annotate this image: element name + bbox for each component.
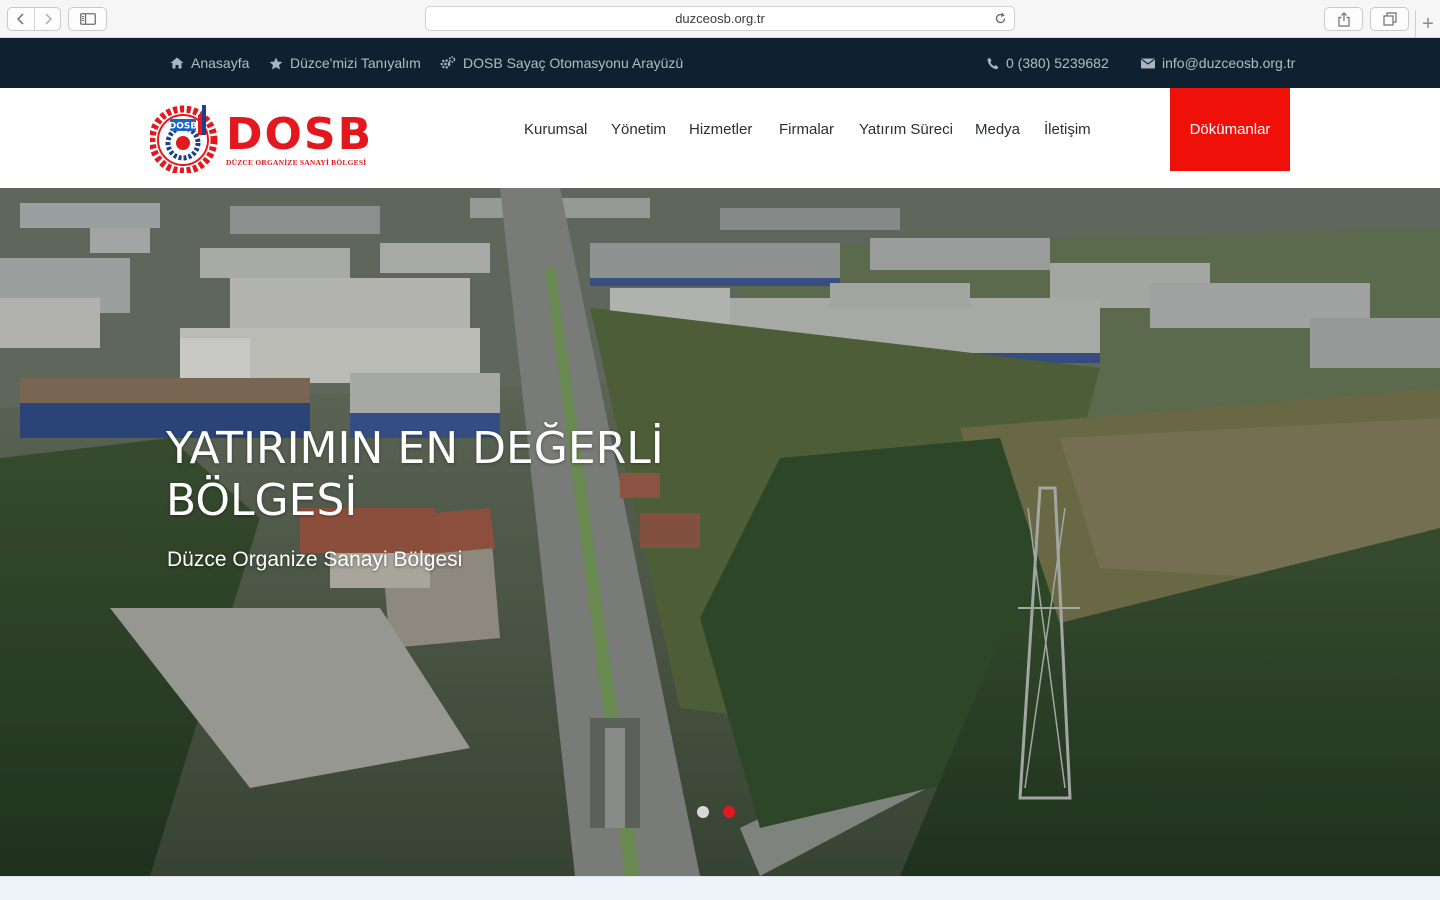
plus-icon: +	[1422, 12, 1434, 35]
reload-icon	[995, 12, 1005, 23]
topbar-link-home[interactable]: Anasayfa	[170, 38, 249, 88]
hero-subtitle: Düzce Organize Sanayi Bölgesi	[167, 548, 463, 571]
new-tab-button[interactable]: +	[1415, 10, 1440, 38]
topbar-link-label: DOSB Sayaç Otomasyonu Arayüzü	[463, 55, 684, 71]
hero-overlay	[0, 188, 1440, 876]
phone-icon	[987, 57, 999, 69]
star-icon	[269, 57, 283, 69]
forward-button[interactable]	[34, 8, 60, 30]
chevron-left-icon	[16, 13, 24, 25]
browser-toolbar: duzceosb.org.tr +	[0, 0, 1440, 38]
topbar-email-label: info@duzceosb.org.tr	[1162, 55, 1296, 71]
hero-title: YATIRIMIN EN DEĞERLİ BÖLGESİ	[166, 423, 664, 526]
envelope-icon	[1141, 58, 1155, 68]
site-logo[interactable]: DOSB DOSB DÜZCE ORGANİZE SANAYİ BÖLGESİ	[150, 103, 385, 173]
history-buttons	[7, 7, 61, 31]
nav-item-medya[interactable]: Medya	[975, 88, 1020, 170]
topbar-phone[interactable]: 0 (380) 5239682	[987, 38, 1109, 88]
tabs-icon	[1382, 12, 1397, 26]
dosb-emblem-icon: DOSB	[150, 105, 218, 173]
topbar-link-meter-automation[interactable]: DOSB Sayaç Otomasyonu Arayüzü	[440, 38, 683, 88]
slider-dot-1[interactable]	[697, 806, 709, 818]
chevron-right-icon	[44, 13, 52, 25]
nav-item-firmalar[interactable]: Firmalar	[779, 88, 834, 170]
content-section-top	[0, 876, 1440, 900]
sidebar-toggle-button[interactable]	[68, 7, 107, 31]
home-icon	[170, 57, 184, 69]
nav-item-kurumsal[interactable]: Kurumsal	[524, 88, 587, 170]
topbar-link-label: Düzce'mizi Tanıyalım	[290, 55, 421, 71]
topbar-email[interactable]: info@duzceosb.org.tr	[1141, 38, 1295, 88]
address-url: duzceosb.org.tr	[675, 11, 765, 26]
nav-item-yatirim-sureci[interactable]: Yatırım Süreci	[859, 88, 953, 170]
site-header: DOSB DOSB DÜZCE ORGANİZE SANAYİ BÖLGESİ …	[0, 88, 1440, 188]
logo-wordmark: DOSB	[226, 109, 374, 160]
topbar-phone-label: 0 (380) 5239682	[1006, 55, 1109, 71]
nav-item-yonetim[interactable]: Yönetim	[611, 88, 666, 170]
tabs-overview-button[interactable]	[1370, 7, 1409, 31]
top-info-bar: Anasayfa Düzce'mizi Tanıyalım DOSB Sayaç…	[0, 38, 1440, 88]
slider-dot-2-active[interactable]	[723, 806, 735, 818]
sidebar-icon	[79, 13, 96, 25]
documents-button[interactable]: Dökümanlar	[1170, 88, 1290, 171]
logo-badge: DOSB	[169, 122, 198, 132]
topbar-link-about-duzce[interactable]: Düzce'mizi Tanıyalım	[269, 38, 421, 88]
nav-item-iletisim[interactable]: İletişim	[1044, 88, 1091, 170]
logo-subtitle: DÜZCE ORGANİZE SANAYİ BÖLGESİ	[226, 158, 367, 167]
topbar-link-label: Anasayfa	[191, 55, 250, 71]
hero-slider: YATIRIMIN EN DEĞERLİ BÖLGESİ Düzce Organ…	[0, 188, 1440, 876]
reload-button[interactable]	[992, 10, 1008, 26]
share-button[interactable]	[1324, 7, 1363, 31]
share-icon	[1337, 11, 1350, 27]
gears-icon	[440, 56, 456, 69]
back-button[interactable]	[8, 8, 34, 30]
nav-item-hizmetler[interactable]: Hizmetler	[689, 88, 752, 170]
address-bar[interactable]: duzceosb.org.tr	[425, 6, 1015, 31]
